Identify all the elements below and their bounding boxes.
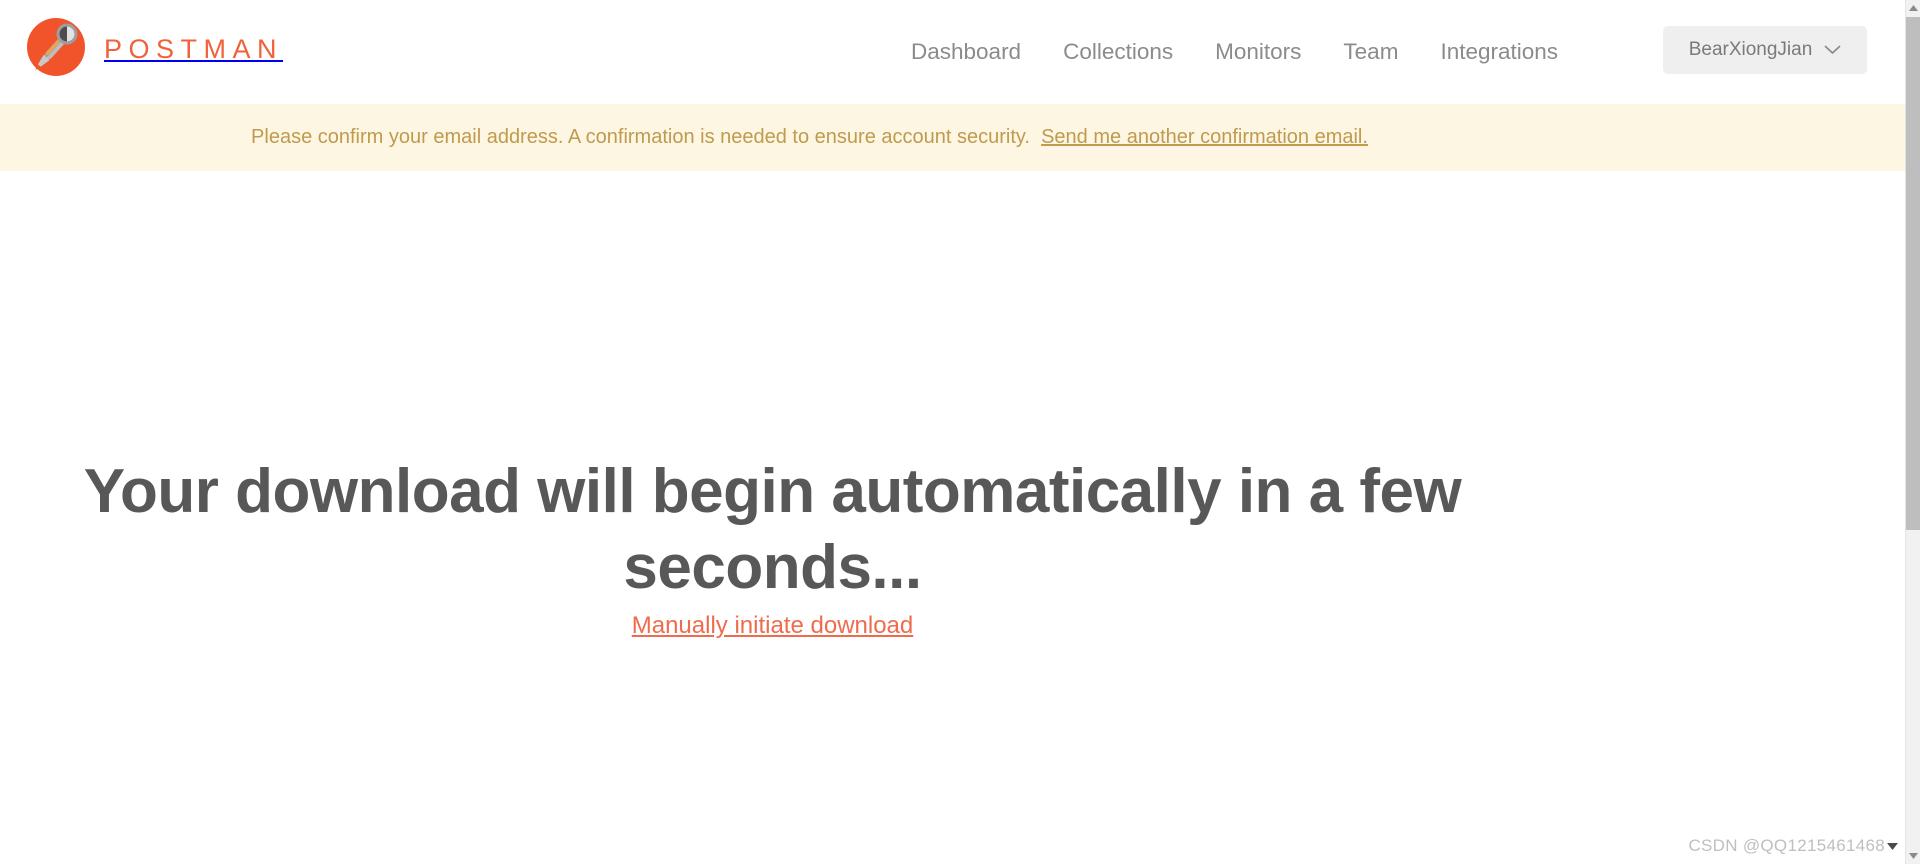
email-confirmation-banner: Please confirm your email address. A con… xyxy=(0,104,1905,171)
nav-item-collections[interactable]: Collections xyxy=(1042,0,1194,104)
scrollbar-thumb[interactable] xyxy=(1906,17,1920,530)
manual-download-link[interactable]: Manually initiate download xyxy=(632,612,914,639)
resend-confirmation-link[interactable]: Send me another confirmation email. xyxy=(1041,126,1368,148)
page-content: POSTMAN Dashboard Collections Monitors T… xyxy=(0,0,1905,864)
nav-item-integrations[interactable]: Integrations xyxy=(1419,0,1579,104)
chevron-down-icon xyxy=(1824,45,1841,55)
vertical-scrollbar[interactable] xyxy=(1905,0,1920,864)
postman-logo[interactable]: POSTMAN xyxy=(22,13,283,85)
watermark: CSDN @QQ1215461468 xyxy=(1688,836,1898,856)
manual-download-wrap: Manually initiate download xyxy=(0,612,1545,640)
banner-message: Please confirm your email address. A con… xyxy=(251,126,1030,148)
scroll-up-arrow-icon[interactable] xyxy=(1906,0,1920,16)
watermark-text: CSDN @QQ1215461468 xyxy=(1688,836,1885,855)
browser-viewport: POSTMAN Dashboard Collections Monitors T… xyxy=(0,0,1920,864)
site-header: POSTMAN Dashboard Collections Monitors T… xyxy=(0,0,1905,104)
postman-wordmark: POSTMAN xyxy=(104,33,284,64)
user-menu-name: BearXiongJian xyxy=(1688,39,1813,60)
nav-item-dashboard[interactable]: Dashboard xyxy=(890,0,1042,104)
postman-logo-icon xyxy=(22,15,90,83)
nav-item-monitors[interactable]: Monitors xyxy=(1194,0,1322,104)
page-title: Your download will begin automatically i… xyxy=(83,457,1462,602)
scroll-down-arrow-icon[interactable] xyxy=(1906,848,1920,864)
watermark-arrow-icon xyxy=(1887,842,1898,850)
banner-text-wrap: Please confirm your email address. A con… xyxy=(251,126,1368,149)
user-menu-button[interactable]: BearXiongJian xyxy=(1663,26,1867,74)
main-navigation: Dashboard Collections Monitors Team Inte… xyxy=(890,0,1579,104)
nav-item-team[interactable]: Team xyxy=(1322,0,1419,104)
